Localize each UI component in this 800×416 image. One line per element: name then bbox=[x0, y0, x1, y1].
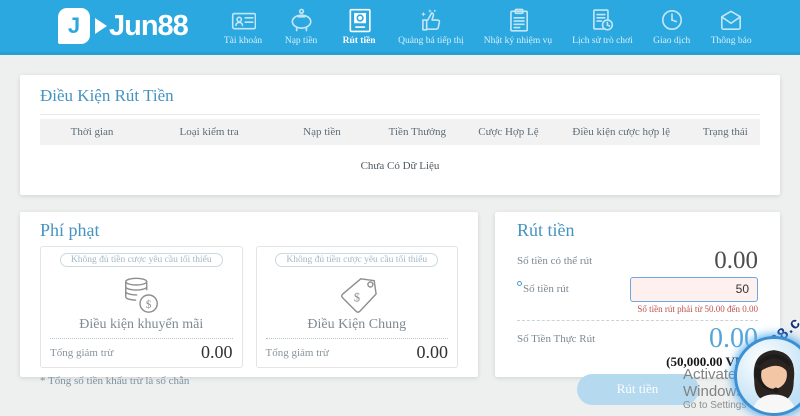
nav-label: Tài khoản bbox=[223, 36, 263, 46]
col-check-type: Loại kiểm tra bbox=[179, 126, 239, 138]
nav-label: Nạp tiền bbox=[284, 36, 318, 46]
nav-label: Nhật ký nhiệm vụ bbox=[483, 36, 553, 46]
nav-label: Quảng bá tiếp thị bbox=[398, 36, 464, 46]
price-tag-icon: $ bbox=[266, 274, 449, 316]
total-deduction-value: 0.00 bbox=[416, 342, 449, 362]
atm-withdraw-icon bbox=[346, 6, 372, 33]
col-bet-condition: Điều kiện cược hợp lệ bbox=[572, 126, 670, 138]
available-amount-label: Số tiền có thể rút bbox=[517, 254, 593, 267]
nav-item-deposit[interactable]: Nạp tiền bbox=[272, 6, 330, 46]
promo-condition-caption: Điều kiện khuyến mãi bbox=[79, 317, 204, 332]
col-bonus: Tiền Thưởng bbox=[388, 126, 446, 138]
required-marker-icon bbox=[517, 281, 522, 286]
promo-thumbs-up-icon bbox=[418, 6, 444, 33]
nav-item-promotion[interactable]: Quảng bá tiếp thị bbox=[388, 6, 474, 46]
conditions-title: Điều Kiện Rút Tiền bbox=[40, 86, 760, 115]
col-status: Trạng thái bbox=[702, 126, 748, 138]
min-bet-pill: Không đủ tiền cược yêu cầu tối thiểu bbox=[59, 253, 223, 267]
withdraw-card: Rút tiền Số tiền có thể rút 0.00 Số tiền… bbox=[495, 212, 780, 405]
available-amount-value: 0.00 bbox=[714, 247, 758, 274]
play-triangle-icon bbox=[95, 18, 107, 34]
general-condition-caption: Điều Kiện Chung bbox=[307, 317, 407, 332]
conditions-table-header: Thời gian Loại kiểm tra Nạp tiền Tiền Th… bbox=[40, 119, 760, 145]
withdraw-amount-label: Số tiền rút bbox=[517, 281, 569, 295]
col-valid-bet: Cược Hợp Lệ bbox=[478, 126, 539, 138]
nav-item-game-history[interactable]: Lịch sử trò chơi bbox=[562, 6, 643, 46]
svg-text:$: $ bbox=[146, 298, 152, 311]
col-deposit: Nạp tiền bbox=[303, 126, 341, 138]
actual-amount-row: Số Tiền Thực Rút 0.00 (50,000.00 VND) bbox=[517, 324, 758, 370]
amount-range-hint: Số tiền rút phải từ 50.00 đến 0.00 bbox=[637, 303, 758, 314]
nav-item-transactions[interactable]: Giao dịch bbox=[643, 6, 701, 46]
game-history-icon bbox=[589, 6, 615, 33]
clipboard-icon bbox=[505, 6, 531, 33]
withdrawal-conditions-card: Điều Kiện Rút Tiền Thời gian Loại kiểm t… bbox=[20, 75, 780, 195]
support-agent-icon bbox=[751, 350, 797, 413]
empty-state-text: Chưa Có Dữ Liệu bbox=[360, 160, 440, 172]
nav-label: Rút tiền bbox=[342, 36, 376, 46]
nav-label: Giao dịch bbox=[653, 36, 691, 46]
svg-text:$: $ bbox=[354, 291, 360, 305]
promo-condition-box: Không đủ tiền cược yêu cầu tối thiểu $ Đ… bbox=[40, 246, 243, 368]
min-bet-pill: Không đủ tiền cược yêu cầu tối thiểu bbox=[275, 253, 439, 267]
divider bbox=[517, 319, 758, 321]
penalty-fee-card: Phí phạt Không đủ tiền cược yêu cầu tối … bbox=[20, 212, 478, 387]
penalty-footnote: * Tổng số tiền khấu trừ là số chẵn bbox=[40, 375, 190, 387]
nav-label: Lịch sử trò chơi bbox=[572, 36, 633, 46]
withdraw-title: Rút tiền bbox=[517, 220, 575, 240]
main-nav: Tài khoản Nạp tiền Rút tiền Quảng bá tiế… bbox=[214, 6, 762, 46]
nav-item-notifications[interactable]: Thông báo bbox=[701, 6, 762, 46]
withdraw-amount-row: Số tiền rút bbox=[517, 276, 758, 302]
nav-item-withdraw[interactable]: Rút tiền bbox=[330, 6, 388, 46]
actual-amount-label: Số Tiền Thực Rút bbox=[517, 332, 596, 345]
clock-icon bbox=[659, 6, 685, 33]
total-deduction-value: 0.00 bbox=[201, 342, 233, 362]
main-content: Điều Kiện Rút Tiền Thời gian Loại kiểm t… bbox=[0, 55, 800, 405]
total-deduction-label: Tổng giảm trừ bbox=[265, 346, 329, 359]
total-deduction-label: Tổng giảm trừ bbox=[50, 346, 114, 359]
logo-text: Jun88 bbox=[109, 9, 189, 42]
jun88-logo[interactable]: J Jun88 bbox=[58, 8, 189, 44]
withdraw-amount-input[interactable] bbox=[630, 276, 758, 302]
coins-stack-icon: $ bbox=[50, 274, 233, 316]
nav-item-task-log[interactable]: Nhật ký nhiệm vụ bbox=[474, 6, 562, 46]
top-header: J Jun88 Tài khoản Nạp tiền Rút tiền Quản… bbox=[0, 0, 800, 55]
mail-icon bbox=[718, 6, 744, 33]
nav-item-account[interactable]: Tài khoản bbox=[214, 6, 272, 46]
penalty-title: Phí phạt bbox=[40, 220, 100, 240]
piggy-bank-icon bbox=[288, 6, 314, 33]
available-amount-row: Số tiền có thể rút 0.00 bbox=[517, 247, 758, 275]
logo-bubble-icon: J bbox=[58, 8, 90, 44]
id-card-icon bbox=[230, 6, 256, 33]
general-condition-box: Không đủ tiền cược yêu cầu tối thiểu $ Đ… bbox=[255, 246, 458, 368]
col-time: Thời gian bbox=[70, 126, 114, 138]
nav-label: Thông báo bbox=[710, 36, 752, 46]
